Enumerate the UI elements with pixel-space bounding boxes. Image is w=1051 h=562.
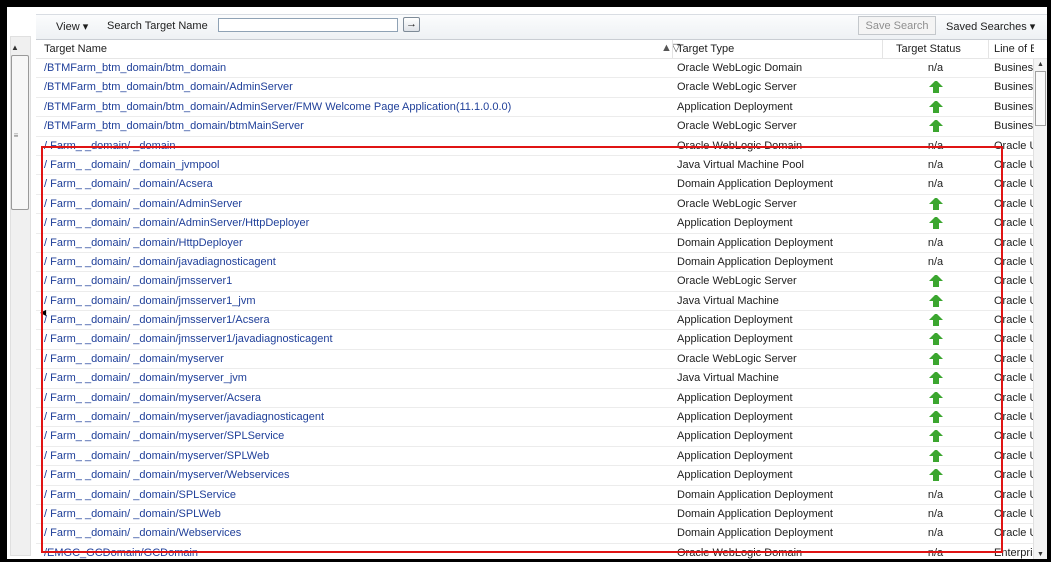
line-of-business-cell: Business [994,62,1034,74]
line-of-business-cell: Business [994,81,1034,94]
column-header-target-type[interactable]: Target Type [677,43,734,55]
scroll-up-icon[interactable]: ▲ [1037,61,1044,68]
column-header-target-name[interactable]: Target Name [44,43,107,55]
saved-searches-menu[interactable]: Saved Searches ▾ [946,20,1035,33]
up-arrow-icon [888,81,983,94]
search-toolbar: View ▾ Search Target Name → Save Search … [36,14,1047,40]
table-header: Target Name ▲▽ Target Type Target Status… [36,40,1047,59]
up-arrow-icon [928,100,943,113]
target-type-cell: Oracle WebLogic Domain [677,62,803,74]
go-arrow-icon[interactable]: → [403,17,420,32]
right-scrollbar-thumb[interactable] [1035,71,1046,126]
up-arrow-icon [928,120,943,133]
target-name-link[interactable]: /BTMFarm_btm_domain/btm_domain [44,62,664,74]
right-scrollbar[interactable]: ▲ ▼ [1033,59,1047,559]
up-arrow-icon [928,81,943,94]
column-header-line-of-business[interactable]: Line of Bi [994,43,1034,55]
target-type-cell: Oracle WebLogic Server [677,81,797,94]
column-divider[interactable] [988,40,989,58]
column-divider[interactable] [882,40,883,58]
up-arrow-icon [888,120,983,133]
table-row[interactable]: /BTMFarm_btm_domain/btm_domain Oracle Web… [36,59,1047,79]
table-row[interactable]: /BTMFarm_btm_domain/btm_domain/AdminServ… [36,78,1047,98]
view-menu[interactable]: View ▾ [56,20,88,33]
save-search-button[interactable]: Save Search [858,16,936,35]
column-divider[interactable] [672,40,673,58]
scroll-down-icon[interactable]: ▼ [1037,551,1044,558]
left-panel-strip: ▲ ≡ [7,7,36,559]
target-type-cell: Oracle WebLogic Server [677,120,797,133]
splitter-grip-icon[interactable]: ≡ [8,131,24,140]
line-of-business-cell: Business [994,120,1034,133]
line-of-business-cell: Business [994,100,1034,113]
table-row[interactable]: /BTMFarm_btm_domain/btm_domain/btmMainSe… [36,117,1047,137]
column-header-target-status[interactable]: Target Status [896,43,961,55]
up-arrow-icon [888,100,983,113]
search-target-name-label: Search Target Name [107,20,208,32]
search-target-name-input[interactable] [218,18,398,32]
target-name-link[interactable]: /BTMFarm_btm_domain/btm_domain/AdminServ… [44,81,664,93]
red-highlight-box [41,146,1003,553]
target-name-link[interactable]: /BTMFarm_btm_domain/btm_domain/btmMainSe… [44,120,664,132]
target-status-cell: n/a [927,62,944,74]
scroll-up-icon[interactable]: ▲ [11,43,19,52]
table-row[interactable]: /BTMFarm_btm_domain/btm_domain/AdminServ… [36,98,1047,118]
target-type-cell: Application Deployment [677,100,793,113]
target-name-link[interactable]: /BTMFarm_btm_domain/btm_domain/AdminServ… [44,101,664,113]
application-frame: ▲ ≡ View ▾ Search Target Name → Save Sea… [7,7,1047,559]
